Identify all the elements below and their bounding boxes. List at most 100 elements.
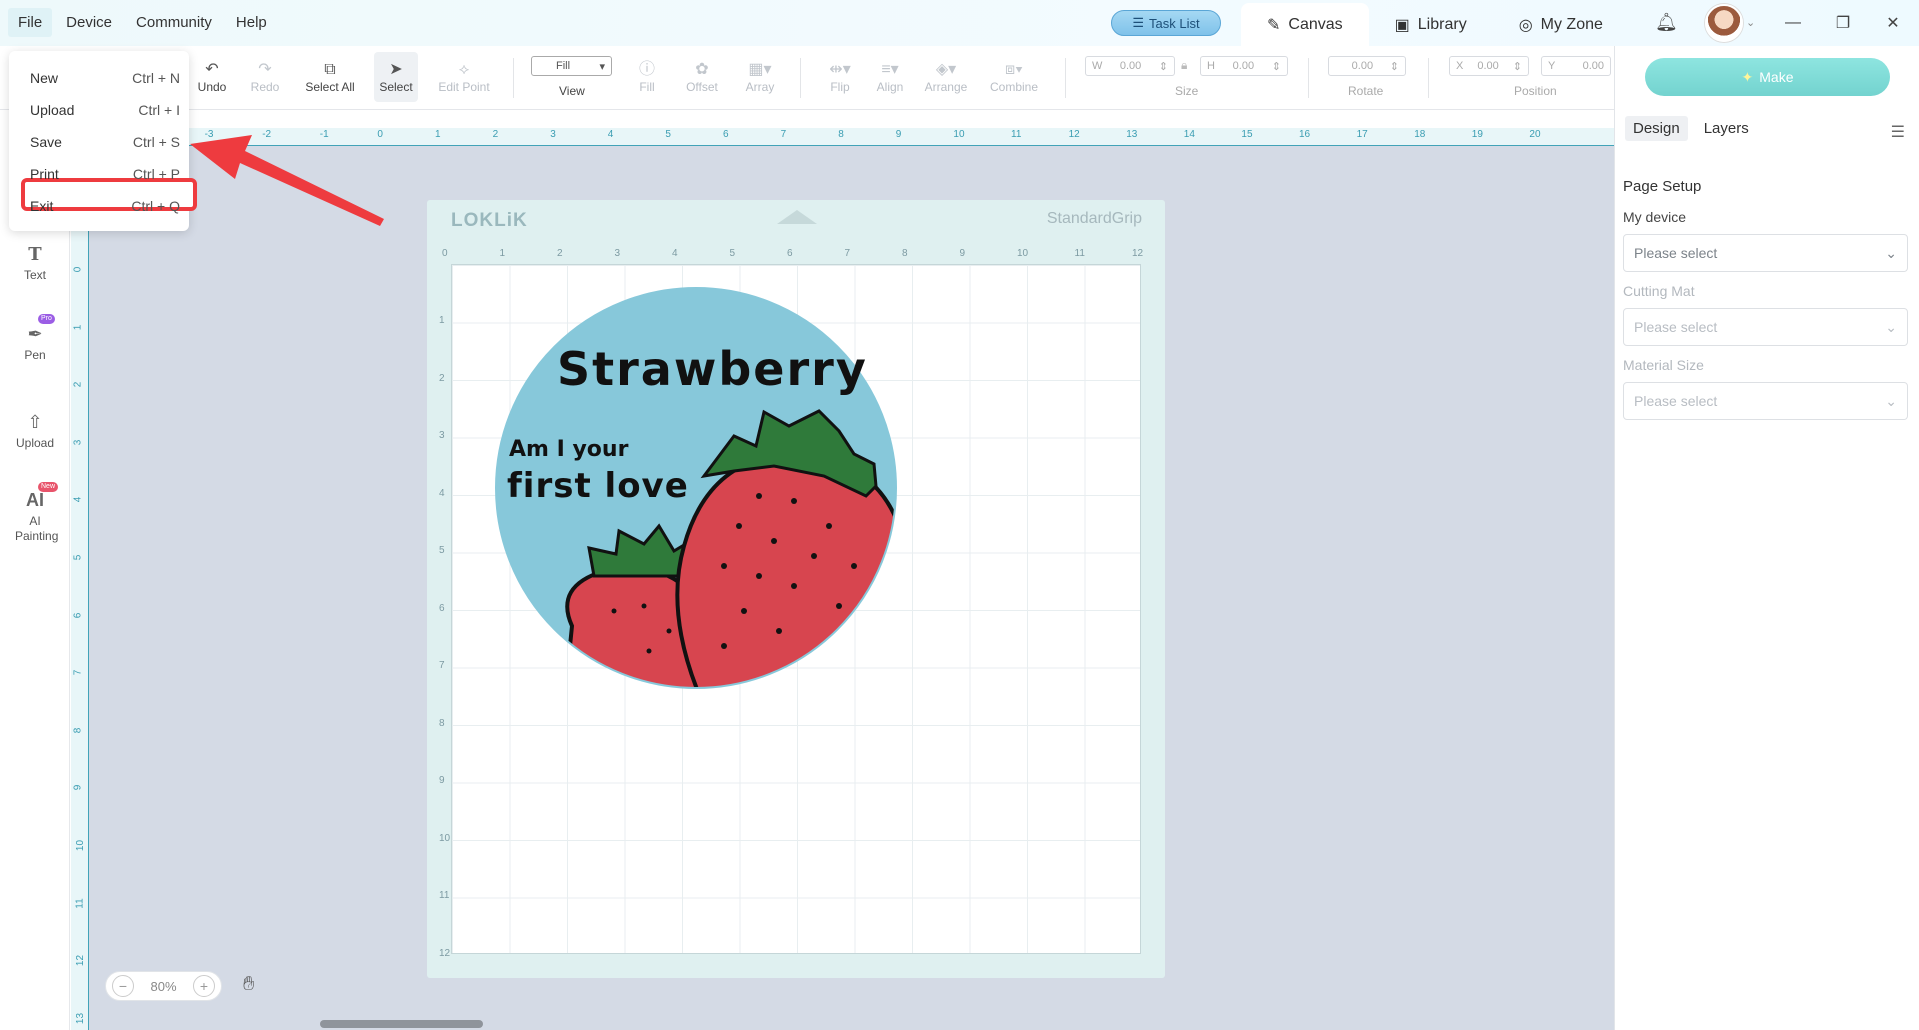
- offset-button[interactable]: ✿ Offset: [682, 52, 722, 102]
- view-select[interactable]: Fill ▾: [531, 56, 612, 76]
- menu-item-exit[interactable]: Exit Ctrl + Q: [30, 198, 180, 214]
- tab-library[interactable]: ▣ Library: [1369, 3, 1493, 46]
- align-button[interactable]: ≡▾ Align: [870, 52, 910, 102]
- chevron-down-icon[interactable]: ⌄: [1746, 16, 1755, 29]
- pen-icon: ✒: [27, 324, 43, 344]
- help-circle-icon: ⓘ: [638, 61, 655, 78]
- array-button[interactable]: ▦▾ Array: [740, 52, 780, 102]
- arrange-button[interactable]: ◈▾ Arrange: [920, 52, 972, 102]
- select-all-button[interactable]: ⧉ Select All: [300, 52, 360, 102]
- sidebar-item-pen[interactable]: Pro ✒ Pen: [0, 314, 70, 362]
- zoom-in-button[interactable]: +: [193, 975, 215, 997]
- bell-icon[interactable]: 🔔︎: [1655, 12, 1678, 33]
- menu-community[interactable]: Community: [126, 8, 222, 37]
- material-size-label: Material Size: [1623, 357, 1704, 373]
- mat-tick-label: 3: [614, 248, 621, 259]
- toolbar: ↶ Undo ↷ Redo ⧉ Select All ➤ Select ⟡ Ed…: [0, 46, 1614, 110]
- fill-button[interactable]: ⓘ Fill: [630, 52, 664, 102]
- mat-tick-label: 0: [442, 248, 448, 259]
- y-field[interactable]: Y 0.00: [1541, 56, 1611, 76]
- redo-button[interactable]: ↷ Redo: [245, 52, 285, 102]
- edit-point-button[interactable]: ⟡ Edit Point: [432, 52, 496, 102]
- my-device-label: My device: [1623, 209, 1687, 225]
- cutting-mat-select[interactable]: Please select ⌄: [1623, 308, 1908, 346]
- mat-tick-label: 12: [439, 947, 451, 959]
- left-sidebar: T Text Pro ✒ Pen ⇧ Upload New AI AI Pain…: [0, 110, 70, 1030]
- mat-tick-label: 2: [439, 372, 445, 384]
- zoom-level: 80%: [150, 978, 177, 994]
- combine-button[interactable]: ⧈▾ Combine: [985, 52, 1043, 102]
- menu-item-save[interactable]: Save Ctrl + S: [30, 134, 180, 150]
- ruler-tick-label: 5: [72, 554, 84, 561]
- mat-tick-label: 1: [439, 315, 445, 326]
- sidebar-item-upload[interactable]: ⇧ Upload: [0, 412, 70, 450]
- file-menu: New Ctrl + N Upload Ctrl + I Save Ctrl +…: [9, 51, 197, 231]
- mat-tick-label: 11: [1074, 248, 1085, 259]
- menu-device[interactable]: Device: [56, 8, 122, 37]
- menu-item-new[interactable]: New Ctrl + N: [30, 70, 180, 86]
- device-select[interactable]: Please select ⌄: [1623, 234, 1908, 272]
- ruler-tick-label: 8: [72, 727, 84, 734]
- mat-tick-label: 8: [902, 248, 908, 259]
- tab-canvas[interactable]: ✎ Canvas: [1241, 3, 1369, 46]
- width-field[interactable]: W 0.00 ⇕: [1085, 56, 1175, 76]
- lock-icon[interactable]: 🔒︎: [1181, 58, 1187, 73]
- zoom-control: − 80% +: [105, 971, 222, 1001]
- ruler-tick-label: 10: [953, 129, 965, 140]
- mat-name: StandardGrip: [1046, 210, 1142, 227]
- offset-icon: ✿: [695, 61, 709, 78]
- ruler-tick-label: 6: [723, 129, 729, 140]
- ruler-tick-label: 5: [665, 129, 671, 140]
- divider: [800, 58, 801, 98]
- ruler-tick-label: 17: [1356, 129, 1368, 140]
- tab-my-zone[interactable]: ◎ My Zone: [1493, 3, 1629, 46]
- ruler-tick-label: 7: [780, 129, 787, 140]
- close-icon[interactable]: ✕: [1868, 13, 1918, 33]
- ruler-tick-label: 7: [72, 669, 84, 676]
- make-button[interactable]: ✦ Make: [1645, 58, 1890, 96]
- x-field[interactable]: X 0.00 ⇕: [1449, 56, 1529, 76]
- rotate-label: Rotate: [1348, 84, 1384, 98]
- select-button[interactable]: ➤ Select: [374, 52, 418, 102]
- hand-tool-icon[interactable]: ✋︎: [243, 973, 254, 996]
- sidebar-item-ai-painting[interactable]: New AI AI Painting: [0, 482, 70, 544]
- task-list-button[interactable]: ☰ Task List: [1111, 10, 1221, 36]
- mat-tick-label: 1: [499, 248, 506, 259]
- ruler-tick-label: 13: [1126, 129, 1138, 140]
- ruler-tick-label: 3: [550, 129, 556, 140]
- zoom-out-button[interactable]: −: [112, 975, 134, 997]
- material-size-select[interactable]: Please select ⌄: [1623, 382, 1908, 420]
- horizontal-scrollbar[interactable]: [320, 1020, 483, 1028]
- menu-file[interactable]: File: [8, 8, 53, 37]
- rotate-field[interactable]: 0.00 ⇕: [1328, 56, 1406, 76]
- height-field[interactable]: H 0.00 ⇕: [1200, 56, 1288, 76]
- sidebar-item-text[interactable]: T Text: [0, 244, 70, 282]
- flip-button[interactable]: ⇹▾ Flip: [820, 52, 860, 102]
- tab-design[interactable]: Design: [1625, 116, 1688, 141]
- menu-item-print[interactable]: Print Ctrl + P: [30, 166, 180, 182]
- ruler-tick-label: 1: [72, 324, 84, 330]
- vertical-ruler: 0 1 2 3 4 5 6 7 8 9 10 11 12 13: [71, 128, 89, 1030]
- redo-icon: ↷: [258, 61, 272, 78]
- mat-tick-label: 3: [439, 430, 445, 441]
- stepper-icon: ⇕: [1512, 60, 1522, 73]
- mat-tick-label: 7: [439, 660, 445, 671]
- menu-help[interactable]: Help: [226, 8, 277, 37]
- array-icon: ▦▾: [748, 61, 772, 78]
- mat-logo: LOKLiK: [451, 210, 528, 231]
- restore-icon[interactable]: ❐: [1818, 13, 1868, 33]
- panel-menu-icon[interactable]: ☰: [1891, 122, 1905, 142]
- menu-item-upload[interactable]: Upload Ctrl + I: [30, 102, 180, 118]
- title-bar: File Device Community Help ☰ Task List ✎…: [0, 0, 1919, 46]
- ruler-tick-label: 1: [435, 129, 441, 140]
- tab-layers[interactable]: Layers: [1696, 116, 1757, 141]
- mat-tick-label: 6: [787, 248, 793, 259]
- ruler-tick-label: 8: [838, 129, 844, 140]
- undo-button[interactable]: ↶ Undo: [192, 52, 232, 102]
- ruler-tick-label: 9: [895, 129, 902, 140]
- avatar[interactable]: [1705, 4, 1743, 42]
- undo-icon: ↶: [205, 61, 219, 78]
- minimize-icon[interactable]: —: [1768, 14, 1818, 32]
- chevron-down-icon: ⌄: [1885, 318, 1897, 335]
- annotation-arrow: [190, 135, 384, 226]
